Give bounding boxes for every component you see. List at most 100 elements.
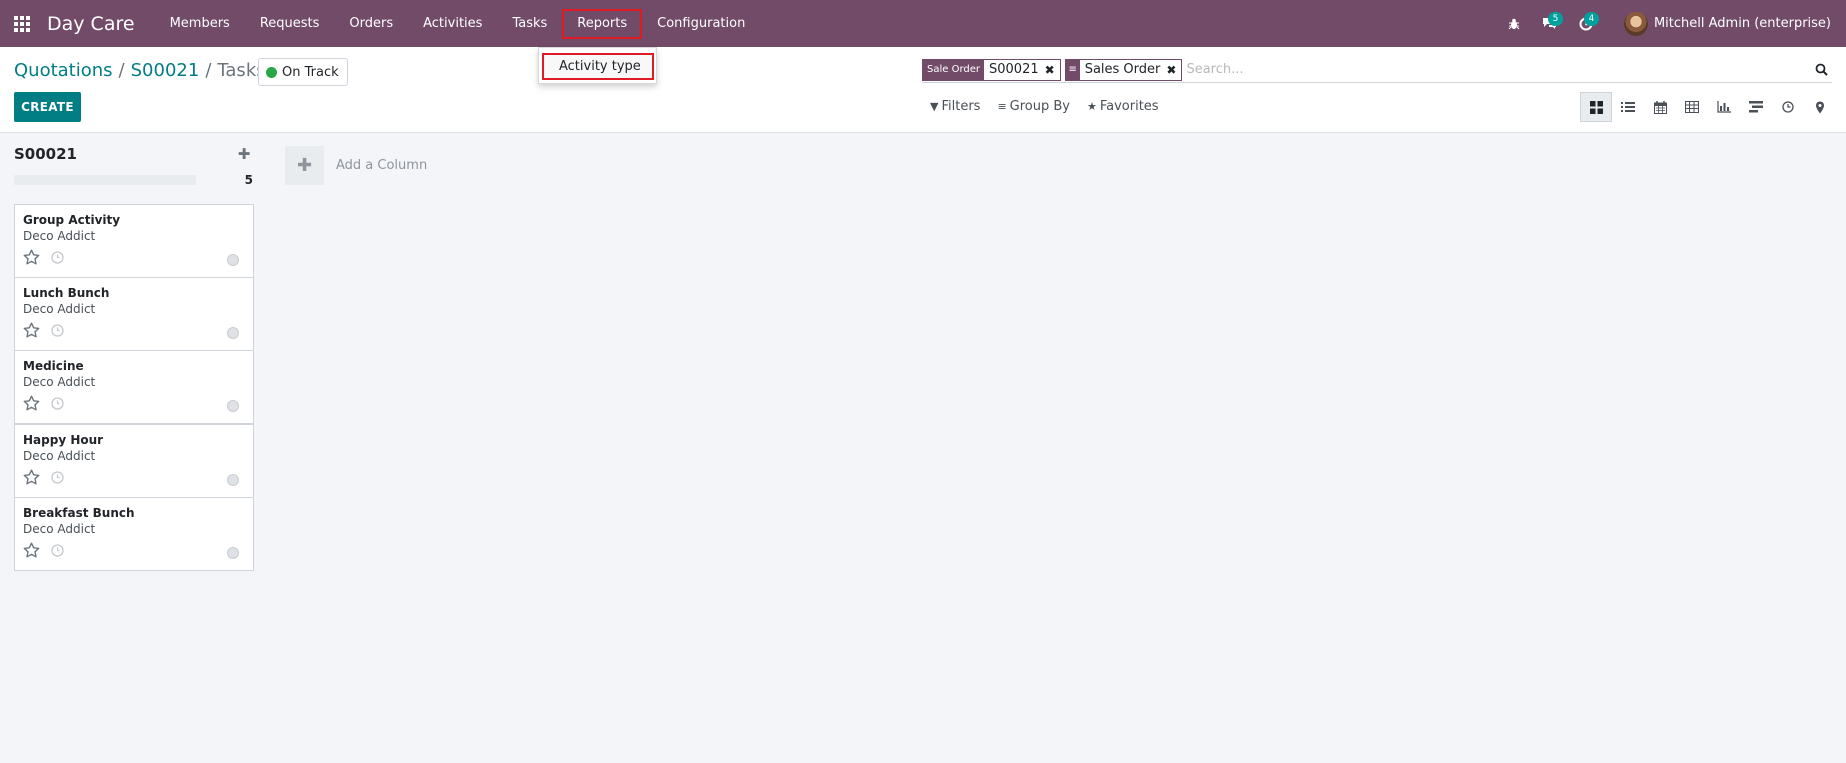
star-icon: ★ — [1086, 100, 1097, 113]
top-navbar: Day Care Members Requests Orders Activit… — [0, 0, 1846, 47]
search-input[interactable] — [1186, 58, 1810, 81]
card-customer: Deco Addict — [23, 522, 96, 536]
kanban-column: S00021 ✚ 5 — [14, 140, 254, 192]
group-by-icon: ≡ — [1065, 59, 1080, 80]
control-panel: Quotations / S00021 / Tasks On Track CRE… — [0, 47, 1846, 133]
kanban-column-count: 5 — [244, 173, 253, 187]
kanban-state-icon[interactable] — [227, 327, 239, 339]
status-button[interactable]: On Track — [258, 58, 348, 86]
favorites-label: Favorites — [1099, 99, 1159, 114]
navbar-systray: 5 4 Mitchell Admin (enterprise) — [1496, 0, 1846, 47]
user-avatar — [1623, 11, 1648, 36]
priority-star-icon[interactable] — [23, 322, 40, 339]
activity-clock-icon[interactable] — [51, 544, 64, 557]
group-by-bars-icon: ≡ — [997, 100, 1007, 113]
breadcrumb: Quotations / S00021 / Tasks — [14, 60, 266, 81]
activity-view-icon[interactable] — [1772, 92, 1804, 122]
priority-star-icon[interactable] — [23, 395, 40, 412]
app-brand[interactable]: Day Care — [47, 13, 135, 35]
kanban-column-progress: 5 — [14, 168, 254, 192]
group-by-label: Group By — [1009, 99, 1070, 114]
kanban-state-icon[interactable] — [227, 474, 239, 486]
menu-orders[interactable]: Orders — [334, 0, 408, 47]
quick-create-plus-icon[interactable]: ✚ — [234, 145, 254, 163]
kanban-card[interactable]: Breakfast Bunch Deco Addict — [14, 497, 254, 571]
card-customer: Deco Addict — [23, 449, 96, 463]
activity-clock-icon[interactable] — [51, 471, 64, 484]
card-customer: Deco Addict — [23, 302, 96, 316]
facet-value: S00021 — [989, 62, 1039, 77]
search-panel-buttons: ▼ Filters ≡ Group By ★ Favorites — [930, 99, 1176, 114]
favorites-button[interactable]: ★ Favorites — [1087, 99, 1159, 114]
gantt-view-icon[interactable] — [1740, 92, 1772, 122]
search-bar: Sale Order S00021 ✖ ≡ Sales Order ✖ — [922, 57, 1832, 83]
kanban-state-icon[interactable] — [227, 254, 239, 266]
debug-bug-icon[interactable] — [1496, 0, 1532, 47]
activity-clock-icon[interactable] — [51, 397, 64, 410]
add-column-button[interactable]: ✚ Add a Column — [285, 146, 427, 185]
map-view-icon[interactable] — [1804, 92, 1836, 122]
menu-activities[interactable]: Activities — [408, 0, 497, 47]
card-title: Happy Hour — [23, 433, 104, 447]
breadcrumb-quotations[interactable]: Quotations — [14, 60, 113, 81]
activity-clock-icon[interactable] — [51, 251, 64, 264]
view-switcher — [1580, 92, 1836, 122]
kanban-card[interactable]: Group Activity Deco Addict — [14, 204, 254, 278]
filters-button[interactable]: ▼ Filters — [930, 99, 980, 114]
kanban-column-header: S00021 ✚ — [14, 140, 254, 168]
card-title: Breakfast Bunch — [23, 506, 135, 520]
messages-count-badge: 5 — [1547, 12, 1563, 26]
pivot-view-icon[interactable] — [1676, 92, 1708, 122]
menu-reports[interactable]: Reports — [562, 0, 643, 47]
card-title: Group Activity — [23, 213, 121, 227]
calendar-view-icon[interactable] — [1644, 92, 1676, 122]
activities-count-badge: 4 — [1583, 12, 1599, 26]
status-dot-icon — [266, 66, 277, 78]
create-button[interactable]: CREATE — [14, 92, 81, 122]
user-name: Mitchell Admin (enterprise) — [1653, 16, 1831, 31]
activity-clock-icon[interactable] — [51, 324, 64, 337]
group-by-button[interactable]: ≡ Group By — [997, 99, 1070, 114]
breadcrumb-order[interactable]: S00021 — [131, 60, 200, 81]
kanban-state-icon[interactable] — [227, 400, 239, 412]
search-icon[interactable] — [1810, 59, 1832, 81]
menu-configuration[interactable]: Configuration — [642, 0, 760, 47]
priority-star-icon[interactable] — [23, 542, 40, 559]
kanban-state-icon[interactable] — [227, 547, 239, 559]
reports-dropdown-menu: Activity type — [538, 47, 657, 84]
priority-star-icon[interactable] — [23, 249, 40, 266]
graph-view-icon[interactable] — [1708, 92, 1740, 122]
activities-clock-icon[interactable]: 4 — [1568, 0, 1604, 47]
add-column-label: Add a Column — [336, 158, 428, 173]
kanban-card[interactable]: Happy Hour Deco Addict — [14, 424, 254, 498]
breadcrumb-separator: / — [118, 60, 125, 81]
card-title: Medicine — [23, 359, 84, 373]
kanban-column-title: S00021 — [14, 145, 77, 163]
messages-icon[interactable]: 5 — [1532, 0, 1568, 47]
facet-label: Sale Order — [923, 59, 985, 80]
progress-bar[interactable] — [14, 175, 196, 185]
menu-tasks[interactable]: Tasks — [497, 0, 562, 47]
breadcrumb-separator: / — [205, 60, 212, 81]
kanban-card[interactable]: Lunch Bunch Deco Addict — [14, 277, 254, 351]
menu-members[interactable]: Members — [155, 0, 245, 47]
priority-star-icon[interactable] — [23, 469, 40, 486]
card-customer: Deco Addict — [23, 375, 96, 389]
filters-label: Filters — [941, 99, 981, 114]
list-view-icon[interactable] — [1612, 92, 1644, 122]
apps-menu-icon[interactable] — [0, 0, 44, 47]
facet-remove-icon[interactable]: ✖ — [1166, 63, 1181, 77]
kanban-card[interactable]: Medicine Deco Addict — [14, 350, 254, 424]
search-facet-sale-order: Sale Order S00021 ✖ — [922, 58, 1061, 81]
card-title: Lunch Bunch — [23, 286, 110, 300]
card-customer: Deco Addict — [23, 229, 96, 243]
menu-requests[interactable]: Requests — [245, 0, 335, 47]
user-menu[interactable]: Mitchell Admin (enterprise) — [1604, 0, 1846, 47]
kanban-view-icon[interactable] — [1580, 92, 1612, 122]
status-label: On Track — [282, 64, 339, 80]
filter-funnel-icon: ▼ — [930, 100, 939, 113]
facet-value: Sales Order — [1084, 62, 1161, 77]
facet-remove-icon[interactable]: ✖ — [1045, 63, 1060, 77]
add-column-plus-icon: ✚ — [285, 146, 324, 185]
dropdown-item-activity-type[interactable]: Activity type — [542, 53, 654, 80]
